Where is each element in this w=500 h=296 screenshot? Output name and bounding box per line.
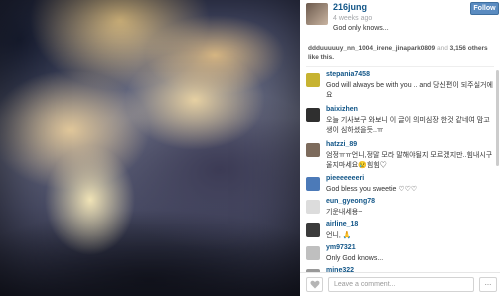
follow-button[interactable]: Follow — [470, 2, 499, 15]
comment-text: 엄정ㅠㅠ언니,정말 모라 말해야될지 모르겠지만..힘내시구 울지마세요😢힘힘♡ — [326, 152, 493, 169]
photo-vignette — [0, 0, 300, 296]
comments-list[interactable]: stepania7458 God will always be with you… — [300, 69, 500, 272]
post-username[interactable]: 216jung — [333, 2, 367, 12]
comment-text: 오늘 기사보구 와보니 이 글이 의미심장 한것 같네여 맘고생이 심하셨을듯.… — [326, 117, 490, 134]
comments-scrollbar[interactable] — [496, 70, 499, 166]
comment-bar: Leave a comment... ... — [300, 272, 500, 296]
comment-text: Only God knows... — [326, 255, 384, 262]
comment-avatar[interactable] — [306, 108, 320, 122]
comment-username[interactable]: eun_gyeong78 — [326, 198, 375, 205]
like-button[interactable] — [306, 277, 323, 292]
comment-avatar[interactable] — [306, 200, 320, 214]
comment-avatar[interactable] — [306, 177, 320, 191]
comment-avatar[interactable] — [306, 223, 320, 237]
comment-username[interactable]: hatzzi_89 — [326, 141, 357, 148]
comment-username[interactable]: baixizhen — [326, 106, 358, 113]
post-photo — [0, 0, 300, 296]
post-header: 216jung 4 weeks ago God only knows... Fo… — [300, 0, 500, 38]
likers-names[interactable]: ddduuuuuy_nn_1004_irene_jinapark0809 — [308, 45, 435, 52]
comment-avatar[interactable] — [306, 143, 320, 157]
heart-icon — [310, 280, 320, 289]
avatar[interactable] — [306, 3, 328, 25]
divider — [306, 66, 494, 67]
comment-username[interactable]: airline_18 — [326, 221, 358, 228]
likes-summary: ddduuuuuy_nn_1004_irene_jinapark0809 and… — [308, 44, 496, 62]
comment-input[interactable]: Leave a comment... — [328, 277, 474, 292]
comment-username[interactable]: pieeeeeeeri — [326, 175, 364, 182]
post-side-panel: 216jung 4 weeks ago God only knows... Fo… — [300, 0, 500, 296]
comment-text: God bless you sweetie ♡♡♡ — [326, 186, 418, 193]
comment-avatar[interactable] — [306, 246, 320, 260]
comment-avatar[interactable] — [306, 73, 320, 87]
comment-text: 기운내세용~ — [326, 209, 363, 216]
comment-username[interactable]: ym97321 — [326, 244, 356, 251]
post-caption: God only knows... — [333, 25, 389, 32]
likes-and: and — [436, 45, 448, 52]
comment-text: 언니, 🙏 — [326, 232, 352, 239]
more-options-icon[interactable]: ... — [479, 277, 497, 292]
comment-text: God will always be with you .. and 당신편이 … — [326, 82, 493, 99]
comment-username[interactable]: stepania7458 — [326, 71, 370, 78]
post-timestamp[interactable]: 4 weeks ago — [333, 15, 372, 22]
